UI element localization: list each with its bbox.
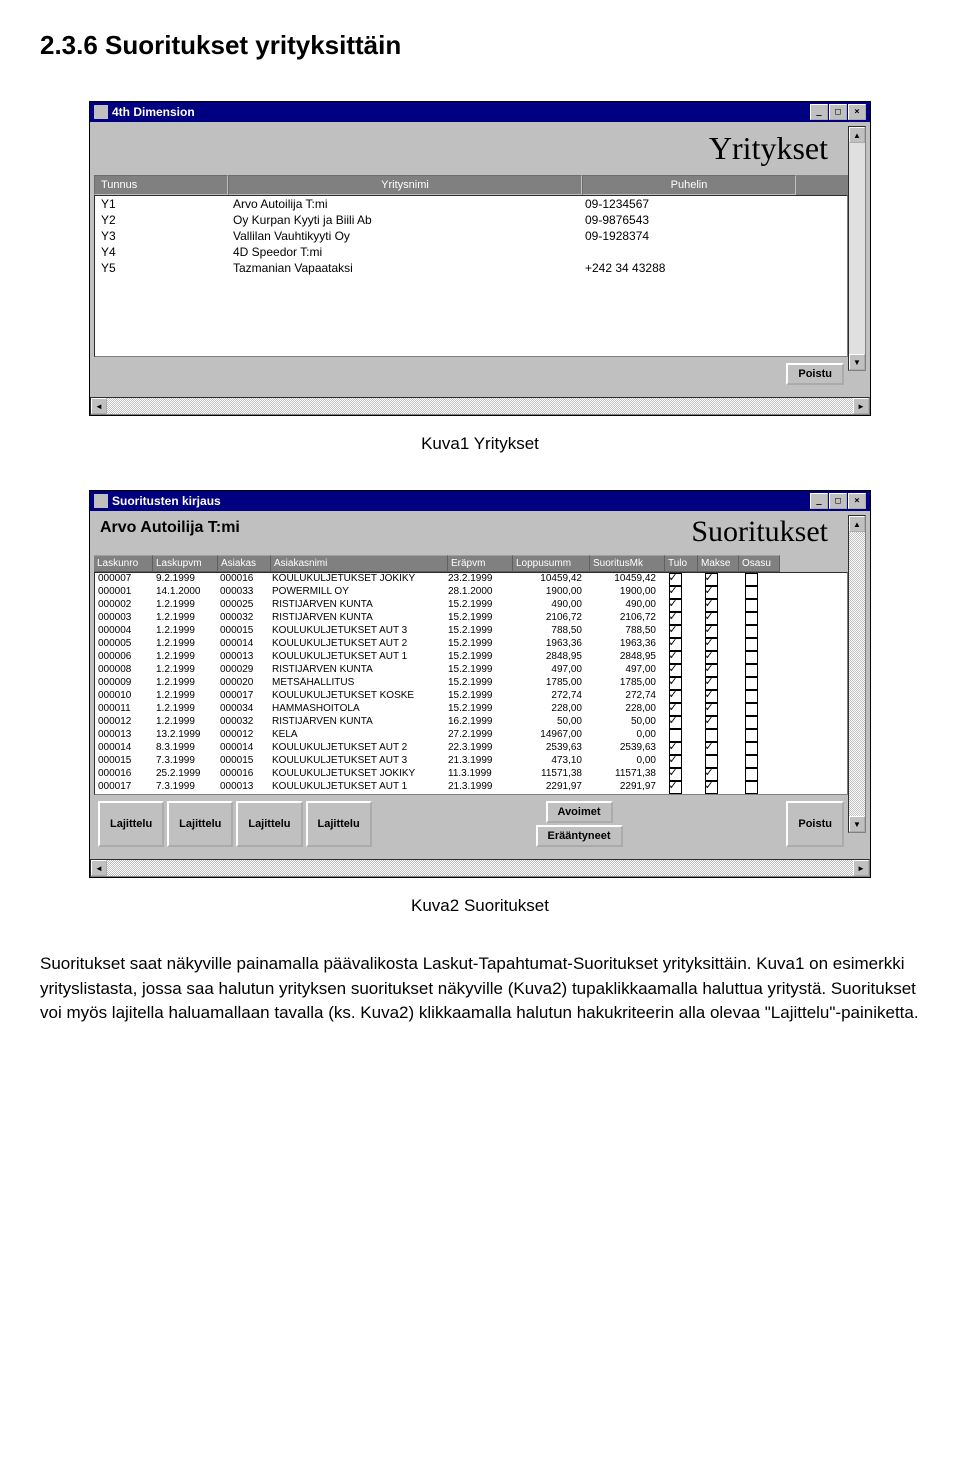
app-icon	[94, 494, 108, 508]
lajittelu-button-2[interactable]: Lajittelu	[167, 801, 233, 847]
vertical-scrollbar[interactable]: ▲ ▼	[848, 126, 866, 371]
table-row[interactable]: 0000079.2.1999000016KOULUKULJETUKSET JOK…	[95, 573, 847, 586]
payments-list[interactable]: 0000079.2.1999000016KOULUKULJETUKSET JOK…	[94, 572, 848, 795]
table-header-row: Laskunro Laskupvm Asiakas Asiakasnimi Er…	[94, 555, 848, 572]
table-row[interactable]: 0000121.2.1999000032RISTIJÄRVEN KUNTA16.…	[95, 716, 847, 729]
lajittelu-button-4[interactable]: Lajittelu	[306, 801, 372, 847]
scroll-right-icon[interactable]: ►	[853, 860, 869, 876]
poistu-button[interactable]: Poistu	[786, 363, 844, 385]
minimize-button[interactable]: _	[810, 104, 828, 120]
table-row[interactable]: Y2Oy Kurpan Kyyti ja Biili Ab09-9876543	[95, 212, 847, 228]
col-tunnus: Tunnus	[94, 175, 228, 195]
window-title: Suoritusten kirjaus	[112, 494, 221, 508]
table-row[interactable]: 0000177.3.1999000013KOULUKULJETUKSET AUT…	[95, 781, 847, 794]
lajittelu-button-3[interactable]: Lajittelu	[236, 801, 302, 847]
col-erapvm: Eräpvm	[448, 555, 513, 572]
table-row[interactable]: 0000081.2.1999000029RISTIJÄRVEN KUNTA15.…	[95, 664, 847, 677]
table-row[interactable]: 0000021.2.1999000025RISTIJÄRVEN KUNTA15.…	[95, 599, 847, 612]
table-row[interactable]: 0000111.2.1999000034HAMMASHOITOLA15.2.19…	[95, 703, 847, 716]
col-asiakas: Asiakas	[218, 555, 271, 572]
table-row[interactable]: 0000031.2.1999000032RISTIJÄRVEN KUNTA15.…	[95, 612, 847, 625]
scroll-right-icon[interactable]: ►	[853, 398, 869, 414]
table-row[interactable]: Y44D Speedor T:mi	[95, 244, 847, 260]
table-row[interactable]: 0000051.2.1999000014KOULUKULJETUKSET AUT…	[95, 638, 847, 651]
col-makse: Makse	[698, 555, 739, 572]
scroll-up-icon[interactable]: ▲	[849, 516, 865, 532]
lajittelu-button-1[interactable]: Lajittelu	[98, 801, 164, 847]
table-row[interactable]: 0000101.2.1999000017KOULUKULJETUKSET KOS…	[95, 690, 847, 703]
window-suoritukset: Suoritusten kirjaus _ □ × Arvo Autoilija…	[89, 490, 871, 878]
scroll-down-icon[interactable]: ▼	[849, 354, 865, 370]
col-suoritusmk: SuoritusMk	[590, 555, 665, 572]
col-laskunro: Laskunro	[94, 555, 153, 572]
table-header-row: Tunnus Yritysnimi Puhelin	[94, 175, 848, 195]
table-row[interactable]: 0000091.2.1999000020METSÄHALLITUS15.2.19…	[95, 677, 847, 690]
window-title: 4th Dimension	[112, 105, 195, 119]
maximize-button[interactable]: □	[829, 493, 847, 509]
scroll-left-icon[interactable]: ◄	[91, 398, 107, 414]
page-title: Yritykset	[94, 126, 848, 175]
table-row[interactable]: 0000148.3.1999000014KOULUKULJETUKSET AUT…	[95, 742, 847, 755]
figure-caption-1: Kuva1 Yritykset	[40, 434, 920, 454]
scroll-left-icon[interactable]: ◄	[91, 860, 107, 876]
company-list[interactable]: Y1Arvo Autoilija T:mi09-1234567Y2Oy Kurp…	[94, 195, 848, 357]
table-row[interactable]: 0000061.2.1999000013KOULUKULJETUKSET AUT…	[95, 651, 847, 664]
titlebar[interactable]: 4th Dimension _ □ ×	[90, 102, 870, 122]
col-loppusumm: Loppusumm	[513, 555, 590, 572]
window-yritykset: 4th Dimension _ □ × Yritykset Tunnus Yri…	[89, 101, 871, 416]
body-paragraph: Suoritukset saat näkyville painamalla pä…	[40, 952, 920, 1026]
table-row[interactable]: Y3Vallilan Vauhtikyyti Oy09-1928374	[95, 228, 847, 244]
scroll-down-icon[interactable]: ▼	[849, 816, 865, 832]
table-row[interactable]: Y5Tazmanian Vapaataksi+242 34 43288	[95, 260, 847, 276]
table-row[interactable]: 00000114.1.2000000033POWERMILL OY28.1.20…	[95, 586, 847, 599]
eraantyneet-button[interactable]: Erääntyneet	[536, 825, 623, 847]
vertical-scrollbar[interactable]: ▲ ▼	[848, 515, 866, 833]
app-icon	[94, 105, 108, 119]
avoimet-button[interactable]: Avoimet	[546, 801, 613, 823]
horizontal-scrollbar[interactable]: ◄ ►	[90, 397, 870, 415]
table-row[interactable]: 00001313.2.1999000012KELA27.2.199914967,…	[95, 729, 847, 742]
table-row[interactable]: Y1Arvo Autoilija T:mi09-1234567	[95, 196, 847, 212]
maximize-button[interactable]: □	[829, 104, 847, 120]
col-asiakasnimi: Asiakasnimi	[271, 555, 448, 572]
figure-caption-2: Kuva2 Suoritukset	[40, 896, 920, 916]
col-yritysnimi: Yritysnimi	[228, 175, 582, 195]
close-button[interactable]: ×	[848, 493, 866, 509]
poistu-button[interactable]: Poistu	[786, 801, 844, 847]
table-row[interactable]: 00001625.2.1999000016KOULUKULJETUKSET JO…	[95, 768, 847, 781]
section-heading: 2.3.6 Suoritukset yrityksittäin	[40, 30, 920, 61]
titlebar[interactable]: Suoritusten kirjaus _ □ ×	[90, 491, 870, 511]
company-name: Arvo Autoilija T:mi	[94, 515, 240, 537]
minimize-button[interactable]: _	[810, 493, 828, 509]
close-button[interactable]: ×	[848, 104, 866, 120]
page-title: Suoritukset	[691, 515, 848, 555]
col-puhelin: Puhelin	[582, 175, 796, 195]
scroll-up-icon[interactable]: ▲	[849, 127, 865, 143]
col-tulo: Tulo	[665, 555, 698, 572]
horizontal-scrollbar[interactable]: ◄ ►	[90, 859, 870, 877]
col-laskupvm: Laskupvm	[153, 555, 218, 572]
table-row[interactable]: 0000157.3.1999000015KOULUKULJETUKSET AUT…	[95, 755, 847, 768]
table-row[interactable]: 0000041.2.1999000015KOULUKULJETUKSET AUT…	[95, 625, 847, 638]
col-osasu: Osasu	[739, 555, 780, 572]
